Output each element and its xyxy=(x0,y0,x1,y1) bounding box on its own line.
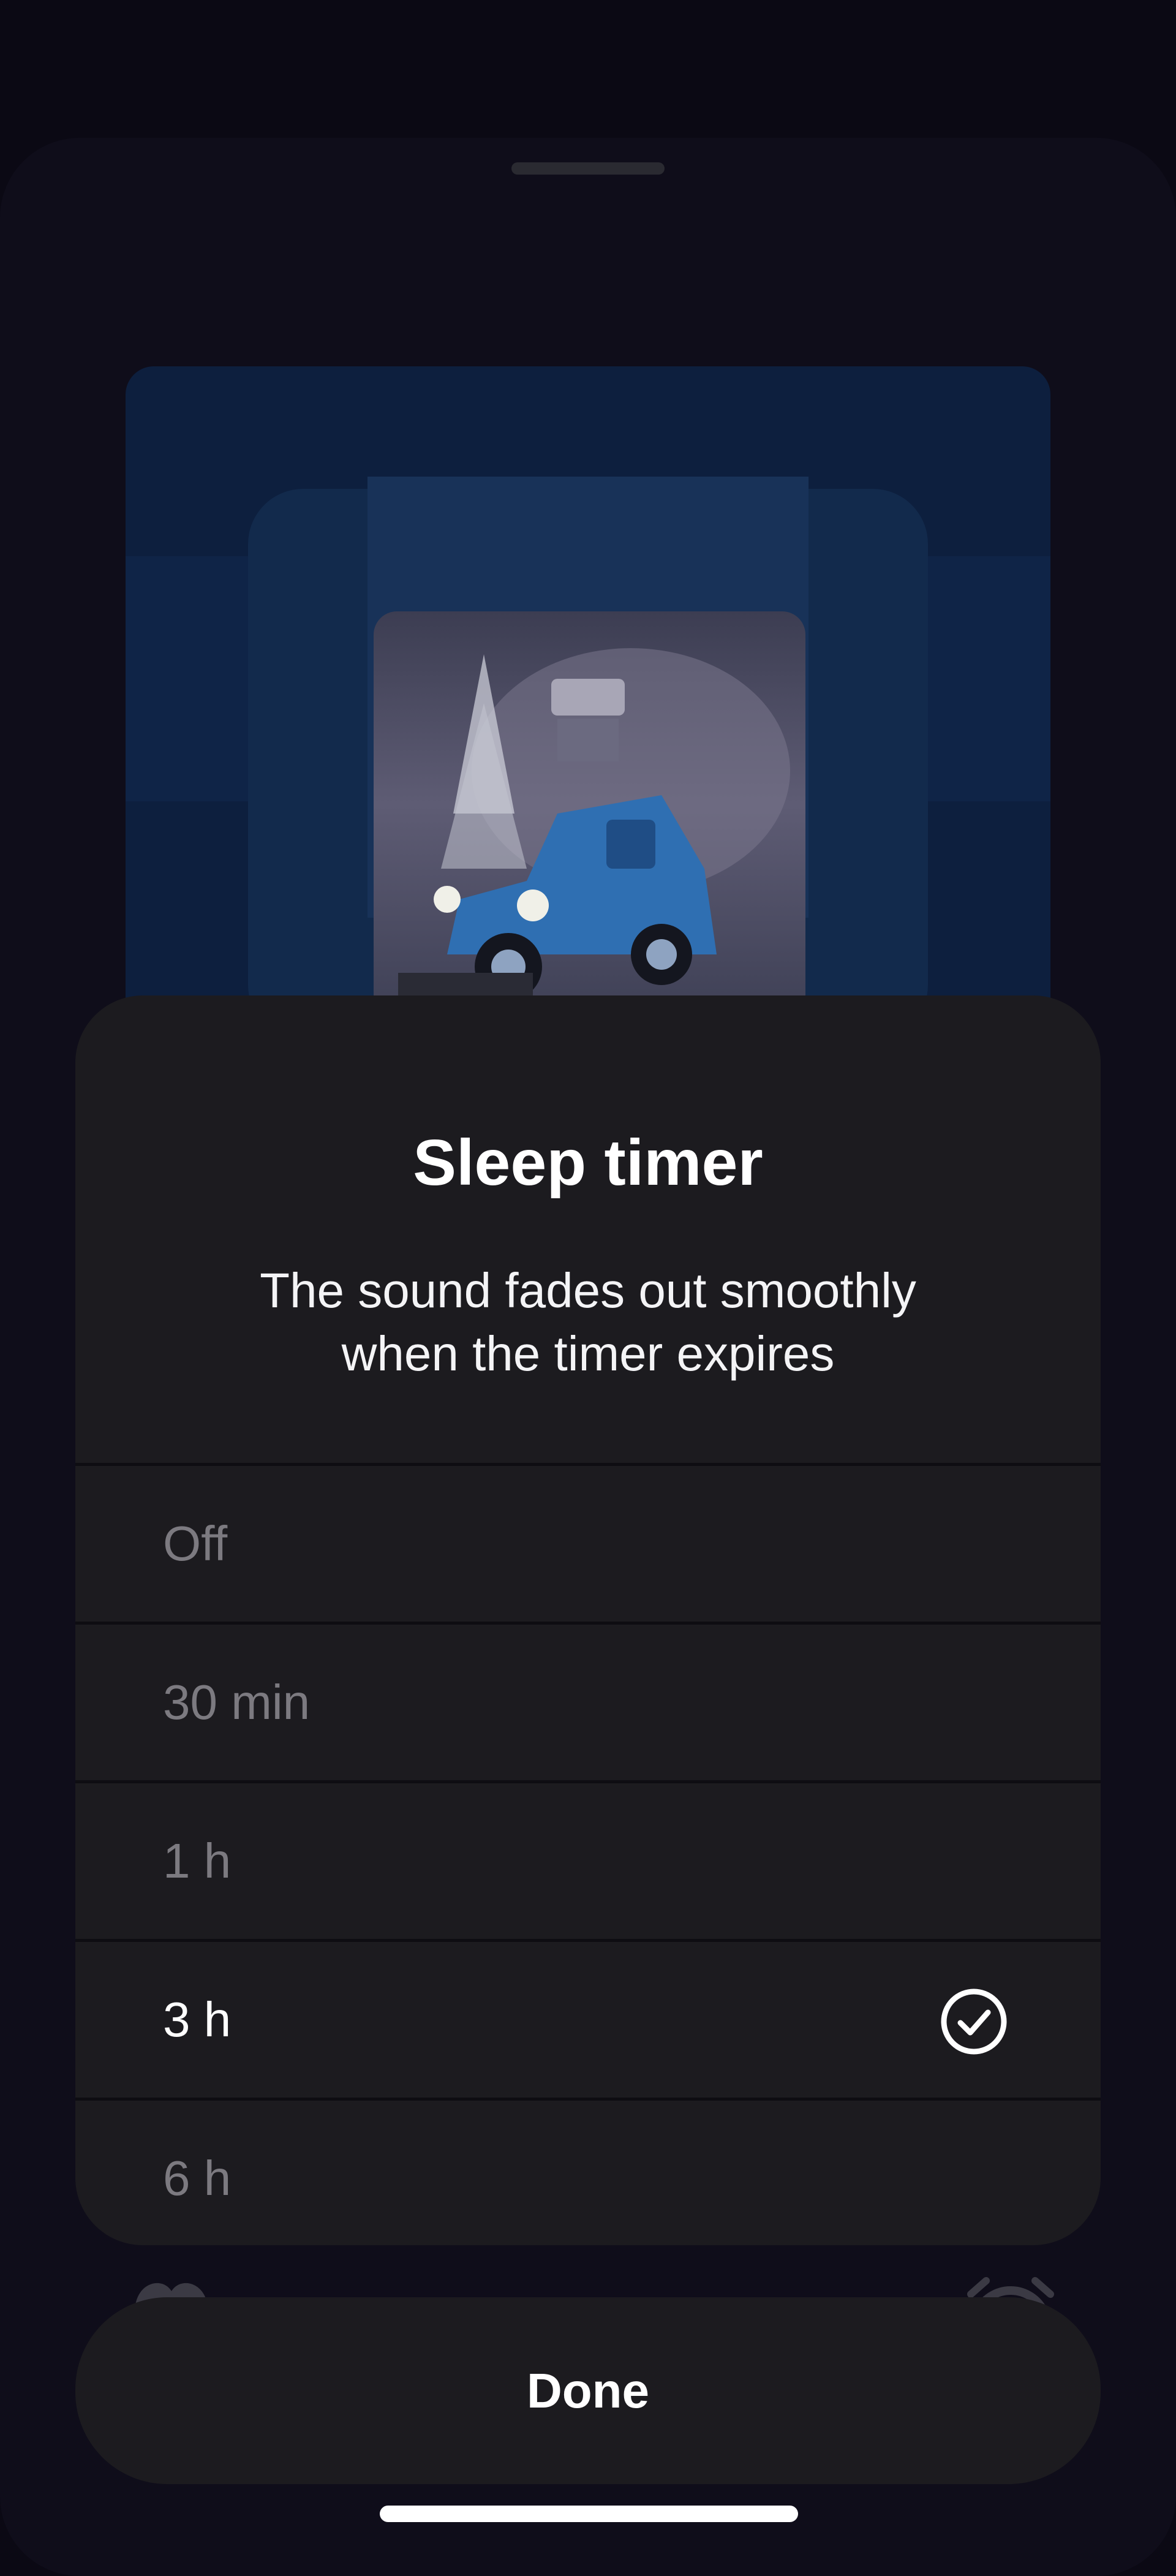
sheet-title: Sleep timer xyxy=(413,1127,763,1199)
sleep-timer-sheet: Sleep timer The sound fades out smoothly… xyxy=(75,995,1101,2245)
sheet-description: The sound fades out smoothly when the ti… xyxy=(192,1259,984,1385)
timer-option-off[interactable]: Off xyxy=(75,1463,1101,1622)
timer-options-list: Off 30 min 1 h 3 h 6 h xyxy=(75,1463,1101,2245)
option-label: 3 h xyxy=(163,1992,232,2047)
description-line-2: when the timer expires xyxy=(341,1326,835,1381)
done-button-label: Done xyxy=(527,2363,649,2418)
album-cover-image xyxy=(374,611,805,1040)
timer-option-30-min[interactable]: 30 min xyxy=(75,1622,1101,1780)
option-label: 1 h xyxy=(163,1834,232,1888)
timer-option-3-h[interactable]: 3 h xyxy=(75,1939,1101,2098)
option-label: 30 min xyxy=(163,1675,311,1729)
check-circle-icon xyxy=(940,1988,1008,2055)
now-playing-artwork xyxy=(126,366,1050,1040)
option-label: 6 h xyxy=(163,2151,232,2205)
timer-option-1-h[interactable]: 1 h xyxy=(75,1780,1101,1939)
home-indicator[interactable] xyxy=(380,2506,798,2522)
sheet-grabber-handle[interactable] xyxy=(511,162,665,175)
done-button[interactable]: Done xyxy=(75,2297,1101,2484)
description-line-1: The sound fades out smoothly xyxy=(260,1263,916,1318)
option-label: Off xyxy=(163,1516,228,1571)
timer-option-6-h[interactable]: 6 h xyxy=(75,2098,1101,2245)
